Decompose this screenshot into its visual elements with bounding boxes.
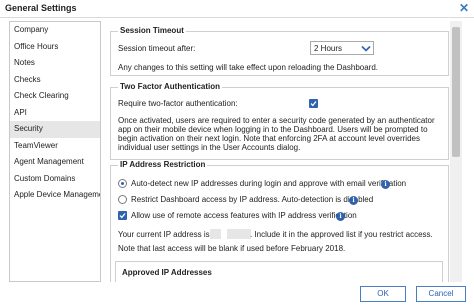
info-icon[interactable]: i xyxy=(381,180,390,189)
sidebar-item-notes[interactable]: Notes xyxy=(10,55,100,72)
last-access-note: Note that last access will be blank if u… xyxy=(118,244,346,253)
ip-redaction xyxy=(210,229,221,239)
sidebar-item-company[interactable]: Company xyxy=(10,22,100,39)
title-bar: General Settings ✕ xyxy=(0,0,474,18)
cancel-button[interactable]: Cancel xyxy=(416,286,466,302)
sidebar-item-teamviewer[interactable]: TeamViewer xyxy=(10,138,100,155)
chevron-down-icon xyxy=(361,45,371,52)
ip-restriction-section: IP Address Restriction Auto-detect new I… xyxy=(110,160,449,282)
sidebar-item-security[interactable]: Security xyxy=(10,121,100,138)
auto-detect-radio[interactable] xyxy=(118,179,127,188)
approved-ip-heading: Approved IP Addresses xyxy=(122,268,212,277)
session-timeout-label: Session timeout after: xyxy=(118,44,196,53)
sidebar-item-office-hours[interactable]: Office Hours xyxy=(10,39,100,56)
sidebar-item-agent-management[interactable]: Agent Management xyxy=(10,154,100,171)
session-timeout-select[interactable]: 2 Hours xyxy=(310,41,374,55)
restrict-ip-radio[interactable] xyxy=(118,195,127,204)
content-scrollbar[interactable] xyxy=(450,21,462,282)
sidebar-item-api[interactable]: API xyxy=(10,105,100,122)
current-ip-suffix: . Include it in the approved list if you… xyxy=(250,230,433,239)
info-icon[interactable]: i xyxy=(336,212,345,221)
settings-sidebar: Company Office Hours Notes Checks Check … xyxy=(9,21,101,282)
ip-redaction xyxy=(227,229,251,239)
sidebar-item-apple-device-management[interactable]: Apple Device Management xyxy=(10,187,100,204)
sidebar-item-custom-domains[interactable]: Custom Domains xyxy=(10,171,100,188)
checkmark-icon xyxy=(119,213,126,219)
two-factor-section: Two Factor Authentication Require two-fa… xyxy=(110,82,449,160)
section-heading: Two Factor Authentication xyxy=(118,82,222,91)
two-factor-description: Once activated, users are required to en… xyxy=(118,116,435,152)
checkmark-icon xyxy=(310,101,317,107)
approved-ip-panel: Approved IP Addresses xyxy=(115,261,443,282)
info-icon[interactable]: i xyxy=(349,196,358,205)
scroll-thumb[interactable] xyxy=(452,27,460,157)
section-heading: Session Timeout xyxy=(118,26,186,35)
current-ip-prefix: Your current IP address is xyxy=(118,230,210,239)
settings-content: Session Timeout Session timeout after: 2… xyxy=(110,21,449,282)
restrict-ip-label: Restrict Dashboard access by IP address.… xyxy=(131,195,374,204)
session-timeout-value: 2 Hours xyxy=(314,44,343,53)
sidebar-item-checks[interactable]: Checks xyxy=(10,72,100,89)
two-factor-checkbox[interactable] xyxy=(309,99,318,108)
ok-button[interactable]: OK xyxy=(360,286,406,302)
session-timeout-section: Session Timeout Session timeout after: 2… xyxy=(110,26,449,76)
window-title: General Settings xyxy=(5,3,77,13)
session-timeout-note: Any changes to this setting will take ef… xyxy=(118,63,379,72)
remote-access-checkbox[interactable] xyxy=(118,211,127,220)
remote-access-label: Allow use of remote access features with… xyxy=(131,211,357,220)
auto-detect-label: Auto-detect new IP addresses during logi… xyxy=(131,179,407,188)
section-heading: IP Address Restriction xyxy=(118,160,208,169)
close-icon[interactable]: ✕ xyxy=(459,1,469,15)
two-factor-label: Require two-factor authentication: xyxy=(118,99,238,108)
sidebar-item-check-clearing[interactable]: Check Clearing xyxy=(10,88,100,105)
